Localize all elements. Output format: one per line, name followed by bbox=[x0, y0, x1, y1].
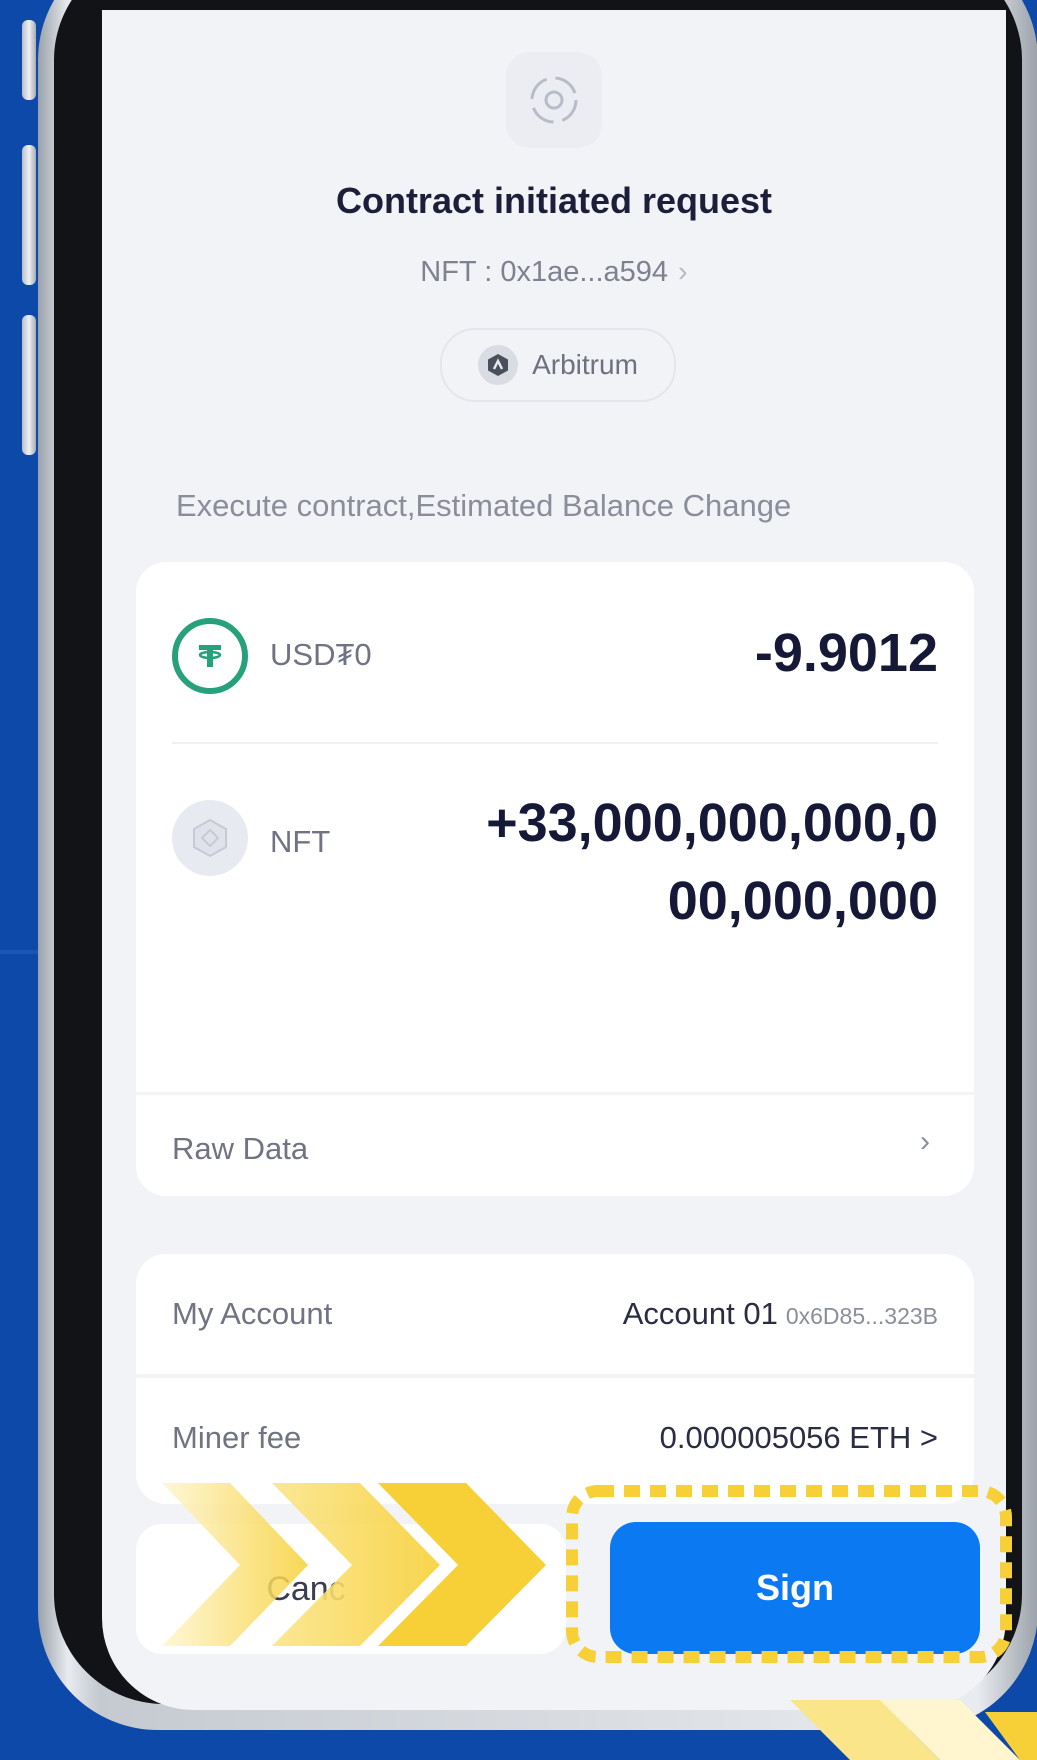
network-chip: Arbitrum bbox=[440, 328, 676, 402]
chevron-right-icon: › bbox=[920, 1125, 930, 1158]
account-address: 0x6D85...323B bbox=[785, 1303, 938, 1329]
phone-side-button bbox=[22, 20, 36, 100]
cancel-label: Canc bbox=[266, 1569, 346, 1608]
nft-token-icon bbox=[172, 800, 248, 876]
miner-fee-value: 0.000005056 ETH > bbox=[659, 1420, 938, 1455]
wallet-screen: Contract initiated request NFT : 0x1ae..… bbox=[102, 10, 1006, 1710]
contract-request-icon bbox=[506, 52, 602, 148]
phone-volume-down bbox=[22, 315, 36, 455]
arbitrum-icon bbox=[478, 345, 519, 385]
network-name: Arbitrum bbox=[532, 349, 638, 380]
sign-label: Sign bbox=[756, 1567, 834, 1608]
balance-change-card: USD₮0 -9.9012 NFT +33,000,000,000,000,00… bbox=[136, 562, 974, 1196]
cancel-button[interactable]: Canc bbox=[136, 1524, 566, 1654]
account-name: Account 01 bbox=[622, 1296, 778, 1331]
balance-row-usdt0: USD₮0 -9.9012 bbox=[172, 562, 938, 742]
balance-amount: +33,000,000,000,000,000,000 bbox=[486, 793, 938, 931]
contract-address: NFT : 0x1ae...a594 bbox=[420, 256, 669, 288]
account-card: My Account Account 01 0x6D85...323B Miner… bbox=[136, 1254, 974, 1504]
balance-change-label: Execute contract,Estimated Balance Chang… bbox=[176, 488, 792, 523]
usdt0-token-icon bbox=[172, 618, 248, 694]
asset-name: USD₮0 bbox=[270, 637, 372, 672]
asset-name: NFT bbox=[270, 824, 331, 859]
contract-link[interactable]: NFT : 0x1ae...a594 › bbox=[102, 256, 1006, 289]
balance-amount: -9.9012 bbox=[754, 623, 938, 683]
sign-button[interactable]: Sign bbox=[610, 1522, 980, 1654]
page-title: Contract initiated request bbox=[335, 180, 773, 221]
raw-data-label: Raw Data bbox=[172, 1131, 309, 1166]
balance-row-nft: NFT +33,000,000,000,000,000,000 bbox=[172, 744, 938, 1132]
phone-frame: Contract initiated request NFT : 0x1ae..… bbox=[38, 0, 1037, 1730]
chevron-right-icon: › bbox=[678, 256, 688, 288]
phone-bezel: Contract initiated request NFT : 0x1ae..… bbox=[54, 0, 1022, 1710]
my-account-row: My Account Account 01 0x6D85...323B bbox=[172, 1254, 938, 1374]
miner-fee-row[interactable]: Miner fee 0.000005056 ETH > bbox=[172, 1378, 938, 1498]
miner-fee-label: Miner fee bbox=[172, 1420, 302, 1455]
my-account-label: My Account bbox=[172, 1296, 333, 1331]
corner-stripe-3 bbox=[985, 1712, 1037, 1760]
account-value: Account 01 0x6D85...323B bbox=[623, 1296, 938, 1332]
raw-data-row[interactable]: Raw Data › bbox=[136, 1092, 974, 1196]
phone-volume-up bbox=[22, 145, 36, 285]
